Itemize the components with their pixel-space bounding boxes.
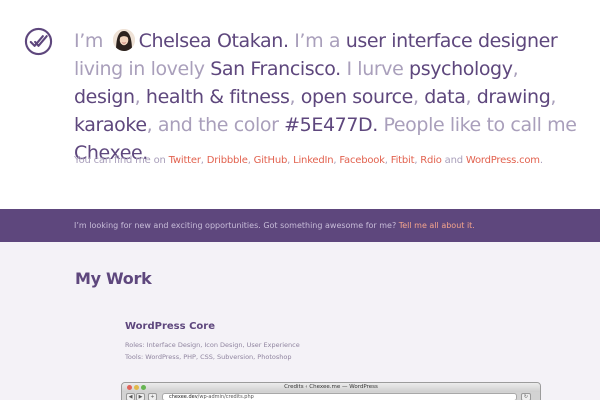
browser-url-field: chexee.dev/wp-admin/credits.php — [162, 393, 517, 400]
browser-toolbar: ◀ ▶ + chexee.dev/wp-admin/credits.php ↻ — [122, 392, 540, 400]
contact-link[interactable]: Tell me all about it. — [399, 221, 475, 230]
intro-highlight: Chelsea Otakan. — [138, 30, 289, 52]
work-section: My Work WordPress Core Roles: Interface … — [0, 242, 600, 400]
back-arrow-icon: ◀ — [126, 393, 135, 400]
intro-text: I’m — [74, 30, 109, 52]
reload-icon: ↻ — [521, 393, 531, 400]
url-domain: chexee.dev — [169, 394, 198, 400]
social-links-line: You can find me on Twitter, Dribbble, Gi… — [74, 155, 543, 166]
social-link-twitter[interactable]: Twitter — [169, 155, 201, 166]
project-screenshot: Credits ‹ Chexee.me — WordPress ◀ ▶ + ch… — [121, 382, 541, 400]
opportunities-banner: I’m looking for new and exciting opportu… — [0, 209, 600, 242]
intro-highlight: psychology — [409, 58, 513, 80]
intro-highlight: data — [424, 86, 466, 108]
intro-highlight: drawing — [476, 86, 551, 108]
banner-text: I’m looking for new and exciting opportu… — [74, 220, 475, 231]
intro-text: I’m a — [288, 30, 346, 52]
social-link-rdio[interactable]: Rdio — [420, 155, 442, 166]
intro-paragraph: I’m Chelsea Otakan. I’m a user interface… — [74, 27, 584, 167]
social-links-text: and — [441, 155, 466, 166]
intro-highlight: design — [74, 86, 135, 108]
intro-text: People like to call me — [377, 114, 577, 136]
url-path: /wp-admin/credits.php — [197, 394, 254, 400]
intro-highlight: San Francisco. — [210, 58, 341, 80]
intro-text: , — [512, 58, 519, 80]
hero-section: I’m Chelsea Otakan. I’m a user interface… — [0, 0, 600, 209]
social-link-github[interactable]: GitHub — [254, 155, 288, 166]
browser-title: Credits ‹ Chexee.me — WordPress — [284, 384, 378, 390]
social-link-facebook[interactable]: Facebook — [339, 155, 385, 166]
social-link-wordpress-com[interactable]: WordPress.com — [466, 155, 540, 166]
project-title[interactable]: WordPress Core — [125, 320, 215, 333]
social-link-dribbble[interactable]: Dribbble — [207, 155, 248, 166]
intro-text: I lurve — [340, 58, 410, 80]
banner-message: I’m looking for new and exciting opportu… — [74, 221, 399, 230]
intro-highlight: health & fitness — [145, 86, 290, 108]
section-title: My Work — [75, 269, 152, 288]
intro-text: , — [289, 86, 301, 108]
intro-text: , and the color — [146, 114, 285, 136]
intro-text: living in lovely — [74, 58, 211, 80]
avatar — [112, 29, 135, 51]
project-tools: Tools: WordPress, PHP, CSS, Subversion, … — [125, 353, 292, 361]
intro-highlight: karaoke — [74, 114, 147, 136]
social-links-text: . — [539, 155, 543, 166]
forward-arrow-icon: ▶ — [136, 393, 145, 400]
intro-text: , — [465, 86, 477, 108]
intro-text: , — [412, 86, 425, 108]
intro-highlight: open source — [300, 86, 414, 108]
intro-text: , — [134, 86, 146, 108]
social-link-fitbit[interactable]: Fitbit — [391, 155, 415, 166]
social-links-text: You can find me on — [74, 155, 169, 166]
intro-highlight: #5E477D. — [284, 114, 378, 136]
social-link-linkedin[interactable]: LinkedIn — [293, 155, 334, 166]
add-tab-icon: + — [148, 393, 157, 400]
checkmark-circle-logo-icon[interactable] — [24, 27, 53, 56]
intro-text: , — [550, 86, 556, 108]
browser-titlebar: Credits ‹ Chexee.me — WordPress — [122, 383, 540, 392]
intro-highlight: user interface designer — [345, 30, 558, 52]
project-roles: Roles: Interface Design, Icon Design, Us… — [125, 341, 300, 349]
